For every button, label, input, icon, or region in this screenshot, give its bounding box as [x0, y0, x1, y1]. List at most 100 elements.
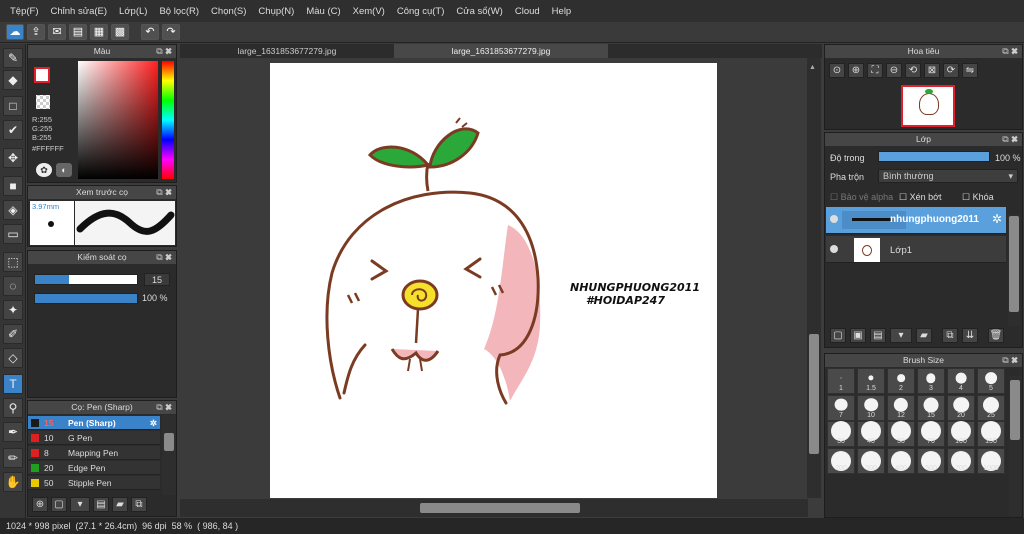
brush-size-option[interactable]: 1: [827, 368, 855, 394]
brush-list-scrollbar[interactable]: [162, 415, 176, 495]
panel-controls-icon[interactable]: ⧉ ✖: [1002, 45, 1018, 58]
folder-icon[interactable]: ▰: [112, 496, 128, 512]
brush-size-option[interactable]: 12: [887, 394, 915, 421]
duplicate-brush-icon[interactable]: ⧉: [131, 496, 147, 512]
magic-wand-icon[interactable]: ✦: [3, 300, 23, 320]
brush-size-option[interactable]: 100: [947, 421, 975, 447]
menu-snap[interactable]: Chụp(N): [252, 6, 300, 17]
visibility-eye-icon[interactable]: [830, 215, 838, 223]
move-tool-icon[interactable]: ✥: [3, 148, 23, 168]
new-halftone-layer-icon[interactable]: ▣: [850, 328, 866, 343]
color-mode-icon[interactable]: ◐: [56, 163, 72, 177]
zoom-in-icon[interactable]: ⊕: [848, 63, 864, 78]
canvas-paper[interactable]: NHUNGPHUONG2011 #HOIDAP247: [270, 63, 717, 498]
hand-tool-icon[interactable]: ✋: [3, 472, 23, 492]
brush-doc-icon[interactable]: ▤: [93, 496, 109, 512]
undo-icon[interactable]: ↶: [141, 24, 159, 40]
panel-controls-icon[interactable]: ⧉ ✖: [156, 45, 172, 58]
brush-size-slider[interactable]: [34, 274, 138, 285]
color-saturation-field[interactable]: [78, 61, 158, 179]
eraser-tool-icon[interactable]: ◆: [3, 70, 23, 90]
rotate-reset-icon[interactable]: ⊠: [924, 63, 940, 78]
select-pen-icon[interactable]: ✐: [3, 324, 23, 344]
brush-size-option[interactable]: 40: [857, 421, 885, 447]
merge-down-icon[interactable]: ⇊: [962, 328, 978, 343]
layer-item-lop1[interactable]: Lớp1: [826, 236, 1006, 263]
layer-item-nhungphuong2011[interactable]: nhungphuong2011 ✲: [826, 207, 1006, 234]
brush-size-option[interactable]: 15: [917, 394, 945, 421]
brush-size-option[interactable]: 25: [977, 394, 1005, 421]
add-layer-menu-icon[interactable]: ▾: [890, 328, 912, 343]
brush-item-stipple-pen[interactable]: 50 Stipple Pen: [28, 476, 160, 490]
grid-icon[interactable]: ▩: [111, 24, 129, 40]
canvas-vertical-scrollbar[interactable]: ▲: [807, 58, 821, 498]
brush-size-option[interactable]: 5: [977, 368, 1005, 394]
menu-color[interactable]: Màu (C): [300, 6, 346, 17]
text-tool-icon[interactable]: T: [3, 374, 23, 394]
panel-controls-icon[interactable]: ⧉ ✖: [156, 186, 172, 199]
menu-filter[interactable]: Bộ lọc(R): [153, 6, 205, 17]
rotate-left-icon[interactable]: ⟲: [905, 63, 921, 78]
redo-icon[interactable]: ↷: [162, 24, 180, 40]
blend-mode-select[interactable]: Bình thường ▾: [878, 169, 1018, 183]
brush-size-option[interactable]: 20: [947, 394, 975, 421]
transparent-color-swatch[interactable]: [36, 95, 50, 109]
brush-size-option[interactable]: 150: [977, 421, 1005, 447]
fit-window-icon[interactable]: ⛶: [867, 63, 883, 78]
brush-item-mapping-pen[interactable]: 8 Mapping Pen: [28, 446, 160, 460]
brush-size-scrollbar[interactable]: [1009, 376, 1021, 516]
menu-layer[interactable]: Lớp(L): [113, 6, 153, 17]
menu-select[interactable]: Chọn(S): [205, 6, 252, 17]
new-1bit-layer-icon[interactable]: ▤: [870, 328, 886, 343]
gear-icon[interactable]: ✲: [992, 212, 1002, 226]
brush-size-option[interactable]: 2: [887, 368, 915, 394]
brush-size-option[interactable]: 200: [827, 447, 855, 474]
brush-tool-icon[interactable]: ✎: [3, 48, 23, 68]
palette-icon[interactable]: ✿: [36, 163, 52, 177]
layer-opacity-slider[interactable]: [878, 151, 990, 162]
share-icon[interactable]: ⇪: [27, 24, 45, 40]
canvas-horizontal-scrollbar[interactable]: [180, 499, 808, 517]
brush-size-option[interactable]: 3: [917, 368, 945, 394]
brush-size-option[interactable]: 4: [947, 368, 975, 394]
brush-size-option[interactable]: 700: [947, 447, 975, 474]
correction-tool-icon[interactable]: ✔: [3, 120, 23, 140]
brush-size-option[interactable]: 10: [857, 394, 885, 421]
fill-rect-tool-icon[interactable]: ■: [3, 176, 23, 196]
hue-slider[interactable]: [162, 61, 174, 179]
delete-layer-icon[interactable]: 🗑: [988, 328, 1004, 343]
visibility-eye-icon[interactable]: [830, 245, 838, 253]
zoom-fit-icon[interactable]: ⊙: [829, 63, 845, 78]
tab-document-1[interactable]: large_1631853677279.jpg: [180, 44, 394, 58]
brush-opacity-slider[interactable]: [34, 293, 138, 304]
navigator-thumbnail[interactable]: [901, 85, 955, 127]
select-eraser-icon[interactable]: ◇: [3, 348, 23, 368]
new-layer-icon[interactable]: ▢: [830, 328, 846, 343]
layer-scrollbar[interactable]: [1008, 214, 1020, 326]
duplicate-layer-icon[interactable]: ⧉: [942, 328, 958, 343]
comment-icon[interactable]: ✉: [48, 24, 66, 40]
menu-cloud[interactable]: Cloud: [509, 6, 546, 17]
protect-alpha-checkbox[interactable]: ☐ Bảo vệ alpha: [830, 192, 893, 203]
pen-tool-icon[interactable]: ✏: [3, 448, 23, 468]
menu-edit[interactable]: Chỉnh sửa(E): [45, 6, 114, 17]
brush-item-pen-sharp[interactable]: 15 Pen (Sharp) ✲: [28, 416, 160, 430]
brush-size-option[interactable]: 300: [857, 447, 885, 474]
panel-controls-icon[interactable]: ⧉ ✖: [1002, 354, 1018, 367]
eyedropper-tool-icon[interactable]: ✒: [3, 422, 23, 442]
brush-menu-icon[interactable]: ▾: [70, 496, 90, 512]
brush-item-edge-pen[interactable]: 20 Edge Pen: [28, 461, 160, 475]
gradient-tool-icon[interactable]: ▭: [3, 224, 23, 244]
brush-size-option[interactable]: 70: [917, 421, 945, 447]
panel-controls-icon[interactable]: ⧉ ✖: [156, 401, 172, 414]
lock-checkbox[interactable]: ☐ Khóa: [962, 192, 994, 203]
panel-controls-icon[interactable]: ⧉ ✖: [156, 251, 172, 264]
brush-size-option[interactable]: 400: [887, 447, 915, 474]
select-rect-icon[interactable]: ⬚: [3, 252, 23, 272]
menu-file[interactable]: Tệp(F): [4, 6, 45, 17]
clipping-checkbox[interactable]: ☐ Xén bớt: [899, 192, 942, 203]
bucket-tool-icon[interactable]: ◈: [3, 200, 23, 220]
lasso-icon[interactable]: ◌: [3, 276, 23, 296]
flip-icon[interactable]: ⇋: [962, 63, 978, 78]
page-icon[interactable]: ▤: [69, 24, 87, 40]
